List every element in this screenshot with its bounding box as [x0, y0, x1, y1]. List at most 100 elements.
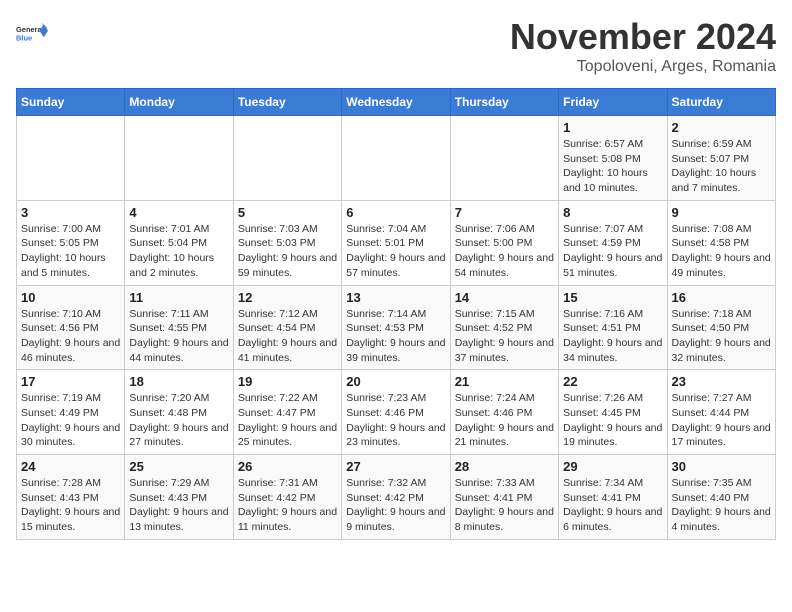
- header-day-thursday: Thursday: [450, 89, 558, 116]
- calendar-cell: [342, 116, 450, 201]
- calendar-cell: 21Sunrise: 7:24 AM Sunset: 4:46 PM Dayli…: [450, 370, 558, 455]
- calendar-cell: 20Sunrise: 7:23 AM Sunset: 4:46 PM Dayli…: [342, 370, 450, 455]
- day-info: Sunrise: 7:24 AM Sunset: 4:46 PM Dayligh…: [455, 391, 554, 450]
- calendar-cell: 24Sunrise: 7:28 AM Sunset: 4:43 PM Dayli…: [17, 455, 125, 540]
- day-number: 3: [21, 205, 120, 220]
- day-info: Sunrise: 7:06 AM Sunset: 5:00 PM Dayligh…: [455, 222, 554, 281]
- location-title: Topoloveni, Arges, Romania: [510, 58, 776, 76]
- day-info: Sunrise: 7:28 AM Sunset: 4:43 PM Dayligh…: [21, 476, 120, 535]
- title-area: November 2024 Topoloveni, Arges, Romania: [510, 16, 776, 76]
- day-info: Sunrise: 7:26 AM Sunset: 4:45 PM Dayligh…: [563, 391, 662, 450]
- header-day-friday: Friday: [559, 89, 667, 116]
- day-info: Sunrise: 7:10 AM Sunset: 4:56 PM Dayligh…: [21, 307, 120, 366]
- day-info: Sunrise: 7:23 AM Sunset: 4:46 PM Dayligh…: [346, 391, 445, 450]
- day-info: Sunrise: 7:00 AM Sunset: 5:05 PM Dayligh…: [21, 222, 120, 281]
- calendar-cell: [233, 116, 341, 201]
- calendar-cell: 11 Sunrise: 7:11 AM Sunset: 4:55 PM Dayli…: [125, 285, 233, 370]
- day-info: Sunrise: 7:07 AM Sunset: 4:59 PM Dayligh…: [563, 222, 662, 281]
- calendar-cell: 30 Sunrise: 7:35 AM Sunset: 4:40 PM Dayli…: [667, 455, 775, 540]
- calendar-table: SundayMondayTuesdayWednesdayThursdayFrid…: [16, 88, 776, 540]
- logo: General Blue: [16, 16, 48, 52]
- calendar-cell: 28 Sunrise: 7:33 AM Sunset: 4:41 PM Dayli…: [450, 455, 558, 540]
- day-number: 13: [346, 290, 445, 305]
- day-number: 25: [129, 459, 228, 474]
- day-number: 30: [672, 459, 771, 474]
- day-number: 4: [129, 205, 228, 220]
- calendar-cell: 9 Sunrise: 7:08 AM Sunset: 4:58 PM Daylig…: [667, 200, 775, 285]
- day-number: 8: [563, 205, 662, 220]
- day-number: 27: [346, 459, 445, 474]
- week-row-3: 10 Sunrise: 7:10 AM Sunset: 4:56 PM Dayli…: [17, 285, 776, 370]
- day-number: 11: [129, 290, 228, 305]
- day-number: 14: [455, 290, 554, 305]
- calendar-cell: 23 Sunrise: 7:27 AM Sunset: 4:44 PM Dayli…: [667, 370, 775, 455]
- day-number: 23: [672, 374, 771, 389]
- header-day-monday: Monday: [125, 89, 233, 116]
- day-info: Sunrise: 7:08 AM Sunset: 4:58 PM Dayligh…: [672, 222, 771, 281]
- day-info: Sunrise: 7:31 AM Sunset: 4:42 PM Dayligh…: [238, 476, 337, 535]
- day-info: Sunrise: 7:27 AM Sunset: 4:44 PM Dayligh…: [672, 391, 771, 450]
- calendar-cell: 8 Sunrise: 7:07 AM Sunset: 4:59 PM Daylig…: [559, 200, 667, 285]
- day-info: Sunrise: 6:57 AM Sunset: 5:08 PM Dayligh…: [563, 137, 662, 196]
- day-number: 1: [563, 120, 662, 135]
- day-info: Sunrise: 7:19 AM Sunset: 4:49 PM Dayligh…: [21, 391, 120, 450]
- day-info: Sunrise: 7:33 AM Sunset: 4:41 PM Dayligh…: [455, 476, 554, 535]
- calendar-cell: 2Sunrise: 6:59 AM Sunset: 5:07 PM Daylig…: [667, 116, 775, 201]
- calendar-cell: 4 Sunrise: 7:01 AM Sunset: 5:04 PM Daylig…: [125, 200, 233, 285]
- day-number: 29: [563, 459, 662, 474]
- calendar-cell: 27 Sunrise: 7:32 AM Sunset: 4:42 PM Dayli…: [342, 455, 450, 540]
- calendar-cell: 7Sunrise: 7:06 AM Sunset: 5:00 PM Daylig…: [450, 200, 558, 285]
- calendar-cell: 12 Sunrise: 7:12 AM Sunset: 4:54 PM Dayli…: [233, 285, 341, 370]
- day-info: Sunrise: 6:59 AM Sunset: 5:07 PM Dayligh…: [672, 137, 771, 196]
- week-row-1: 1 Sunrise: 6:57 AM Sunset: 5:08 PM Daylig…: [17, 116, 776, 201]
- svg-text:Blue: Blue: [16, 33, 32, 42]
- day-info: Sunrise: 7:16 AM Sunset: 4:51 PM Dayligh…: [563, 307, 662, 366]
- calendar-cell: 10 Sunrise: 7:10 AM Sunset: 4:56 PM Dayli…: [17, 285, 125, 370]
- day-info: Sunrise: 7:32 AM Sunset: 4:42 PM Dayligh…: [346, 476, 445, 535]
- day-number: 17: [21, 374, 120, 389]
- day-info: Sunrise: 7:18 AM Sunset: 4:50 PM Dayligh…: [672, 307, 771, 366]
- day-info: Sunrise: 7:04 AM Sunset: 5:01 PM Dayligh…: [346, 222, 445, 281]
- calendar-cell: [450, 116, 558, 201]
- logo-icon: General Blue: [16, 16, 48, 52]
- day-info: Sunrise: 7:12 AM Sunset: 4:54 PM Dayligh…: [238, 307, 337, 366]
- calendar-cell: 22 Sunrise: 7:26 AM Sunset: 4:45 PM Dayli…: [559, 370, 667, 455]
- calendar-cell: 16Sunrise: 7:18 AM Sunset: 4:50 PM Dayli…: [667, 285, 775, 370]
- day-info: Sunrise: 7:29 AM Sunset: 4:43 PM Dayligh…: [129, 476, 228, 535]
- week-row-4: 17 Sunrise: 7:19 AM Sunset: 4:49 PM Dayli…: [17, 370, 776, 455]
- day-info: Sunrise: 7:03 AM Sunset: 5:03 PM Dayligh…: [238, 222, 337, 281]
- calendar-cell: 14 Sunrise: 7:15 AM Sunset: 4:52 PM Dayli…: [450, 285, 558, 370]
- day-number: 9: [672, 205, 771, 220]
- day-number: 19: [238, 374, 337, 389]
- month-title: November 2024: [510, 16, 776, 58]
- calendar-cell: [125, 116, 233, 201]
- day-info: Sunrise: 7:35 AM Sunset: 4:40 PM Dayligh…: [672, 476, 771, 535]
- header-day-tuesday: Tuesday: [233, 89, 341, 116]
- day-info: Sunrise: 7:11 AM Sunset: 4:55 PM Dayligh…: [129, 307, 228, 366]
- day-number: 5: [238, 205, 337, 220]
- day-info: Sunrise: 7:14 AM Sunset: 4:53 PM Dayligh…: [346, 307, 445, 366]
- header: General Blue November 2024 Topoloveni, A…: [16, 16, 776, 76]
- calendar-cell: [17, 116, 125, 201]
- day-number: 12: [238, 290, 337, 305]
- calendar-cell: 5 Sunrise: 7:03 AM Sunset: 5:03 PM Daylig…: [233, 200, 341, 285]
- header-day-wednesday: Wednesday: [342, 89, 450, 116]
- week-row-2: 3 Sunrise: 7:00 AM Sunset: 5:05 PM Daylig…: [17, 200, 776, 285]
- calendar-cell: 29 Sunrise: 7:34 AM Sunset: 4:41 PM Dayli…: [559, 455, 667, 540]
- week-row-5: 24Sunrise: 7:28 AM Sunset: 4:43 PM Dayli…: [17, 455, 776, 540]
- day-info: Sunrise: 7:22 AM Sunset: 4:47 PM Dayligh…: [238, 391, 337, 450]
- day-number: 15: [563, 290, 662, 305]
- day-number: 28: [455, 459, 554, 474]
- day-number: 22: [563, 374, 662, 389]
- day-number: 6: [346, 205, 445, 220]
- calendar-header-row: SundayMondayTuesdayWednesdayThursdayFrid…: [17, 89, 776, 116]
- day-info: Sunrise: 7:20 AM Sunset: 4:48 PM Dayligh…: [129, 391, 228, 450]
- calendar-cell: 13 Sunrise: 7:14 AM Sunset: 4:53 PM Dayli…: [342, 285, 450, 370]
- svg-text:General: General: [16, 25, 44, 34]
- day-info: Sunrise: 7:01 AM Sunset: 5:04 PM Dayligh…: [129, 222, 228, 281]
- day-number: 18: [129, 374, 228, 389]
- day-number: 10: [21, 290, 120, 305]
- calendar-cell: 1 Sunrise: 6:57 AM Sunset: 5:08 PM Daylig…: [559, 116, 667, 201]
- day-info: Sunrise: 7:15 AM Sunset: 4:52 PM Dayligh…: [455, 307, 554, 366]
- day-info: Sunrise: 7:34 AM Sunset: 4:41 PM Dayligh…: [563, 476, 662, 535]
